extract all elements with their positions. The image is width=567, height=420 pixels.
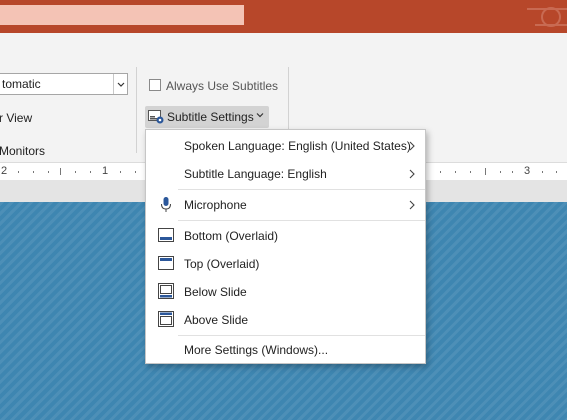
menu-item-label: Below Slide <box>184 285 247 299</box>
ruler-tick <box>33 171 34 173</box>
always-use-subtitles-label: Always Use Subtitles <box>166 79 279 93</box>
ruler-tick <box>455 171 456 173</box>
bottom-overlaid-icon <box>158 228 174 242</box>
ruler-tick <box>90 171 91 173</box>
ruler-label: 2 <box>1 165 8 177</box>
menu-item-label: Bottom (Overlaid) <box>184 229 279 243</box>
menu-item-subtitle-language[interactable]: Subtitle Language: English <box>146 160 425 188</box>
chevron-right-icon <box>409 200 415 210</box>
ruler-tick <box>500 171 501 173</box>
menu-item-label: Subtitle Language: English <box>184 167 327 181</box>
chevron-down-icon[interactable] <box>113 74 127 94</box>
menu-item-microphone[interactable]: Microphone <box>146 191 425 219</box>
ruler-tick <box>470 171 471 173</box>
ruler-tick <box>135 171 136 173</box>
ruler-tick <box>440 171 441 173</box>
menu-item-label: Top (Overlaid) <box>184 257 260 271</box>
chevron-down-icon <box>256 113 264 118</box>
monitor-select[interactable]: tomatic <box>0 73 128 95</box>
menu-item-more-settings[interactable]: More Settings (Windows)... <box>146 337 425 363</box>
menu-item-below-slide[interactable]: Below Slide <box>146 278 425 306</box>
ribbon-divider <box>136 67 137 153</box>
monitors-group-label: Monitors <box>0 144 46 158</box>
decorative-circuit-icon <box>527 7 567 27</box>
ruler-label: 3 <box>524 165 531 177</box>
search-box[interactable] <box>0 5 244 25</box>
top-overlaid-icon <box>158 256 174 270</box>
subtitle-settings-button[interactable]: Subtitle Settings <box>145 106 269 128</box>
ruler-tick <box>485 168 486 175</box>
ruler-tick <box>60 168 61 175</box>
above-slide-icon <box>158 311 174 327</box>
monitor-select-value: tomatic <box>2 77 41 91</box>
title-bar <box>0 0 567 33</box>
subtitle-settings-menu: Spoken Language: English (United States)… <box>145 129 426 364</box>
ruler-tick <box>120 171 121 173</box>
always-use-subtitles-checkbox[interactable] <box>149 79 161 91</box>
ruler-label: 1 <box>102 165 109 177</box>
menu-item-above-slide[interactable]: Above Slide <box>146 306 425 334</box>
menu-separator <box>178 220 425 221</box>
presenter-view-label[interactable]: r View <box>0 111 32 125</box>
ruler-tick <box>512 171 513 173</box>
subtitle-settings-label: Subtitle Settings <box>167 110 254 124</box>
menu-item-label: More Settings (Windows)... <box>184 343 329 357</box>
ruler-tick <box>542 171 543 173</box>
menu-item-bottom-overlaid[interactable]: Bottom (Overlaid) <box>146 222 425 250</box>
chevron-right-icon <box>409 141 415 151</box>
menu-item-top-overlaid[interactable]: Top (Overlaid) <box>146 250 425 278</box>
ruler-tick <box>556 171 557 173</box>
ruler-tick <box>75 171 76 173</box>
below-slide-icon <box>158 283 174 299</box>
ruler-tick <box>48 171 49 173</box>
chevron-right-icon <box>409 169 415 179</box>
menu-item-spoken-language[interactable]: Spoken Language: English (United States) <box>146 132 425 160</box>
menu-separator <box>178 335 425 336</box>
menu-separator <box>178 189 425 190</box>
subtitle-settings-icon <box>148 110 164 124</box>
ruler-tick <box>18 171 19 173</box>
menu-item-label: Microphone <box>184 198 247 212</box>
microphone-icon <box>161 197 171 212</box>
menu-item-label: Above Slide <box>184 313 249 327</box>
menu-item-label: Spoken Language: English (United States) <box>184 139 411 153</box>
